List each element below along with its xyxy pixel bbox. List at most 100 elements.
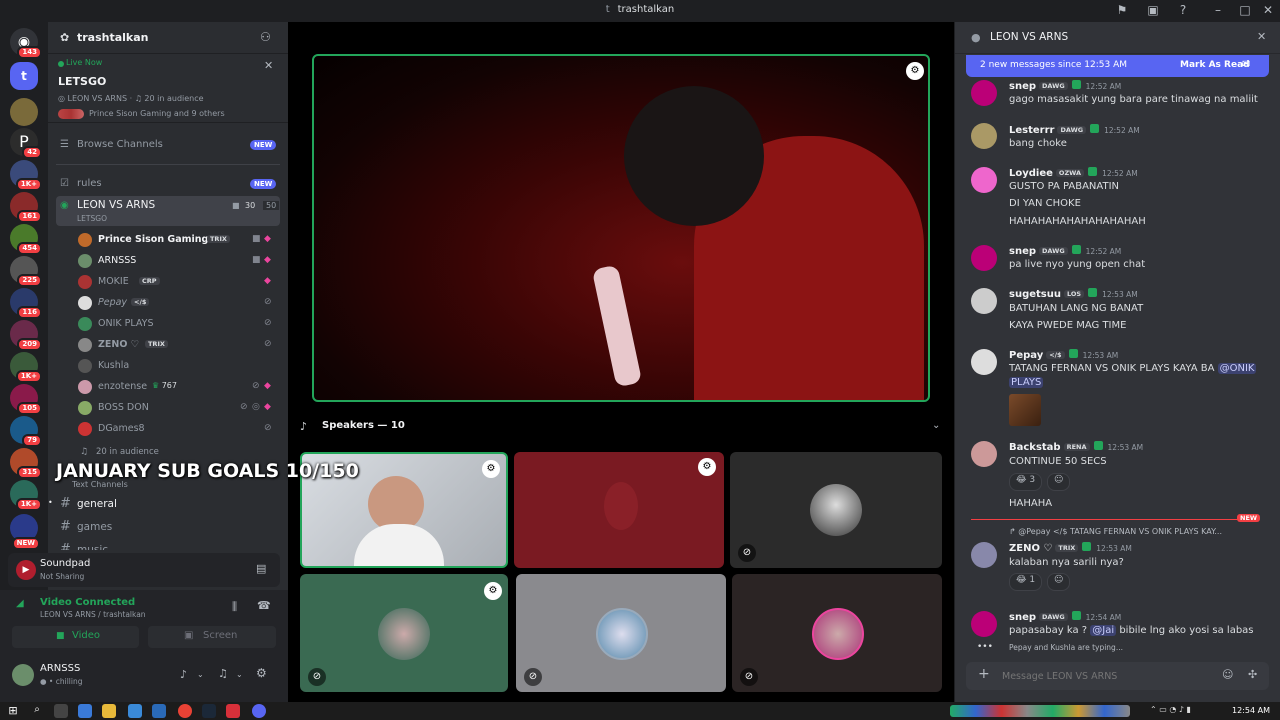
voice-member[interactable]: Pepay </$ ⊘ bbox=[56, 293, 280, 313]
server-icon[interactable]: P 42 bbox=[10, 128, 42, 159]
avatar[interactable] bbox=[971, 167, 997, 193]
message-author[interactable]: snep DAWG 12:52 AM bbox=[1009, 245, 1121, 257]
avatar[interactable] bbox=[971, 349, 997, 375]
speaker-tile[interactable]: ⚙ bbox=[514, 452, 724, 568]
maximize-icon[interactable]: □ bbox=[1237, 3, 1253, 19]
server-icon[interactable]: 105 bbox=[10, 384, 42, 415]
speaker-tile[interactable]: ⊘ bbox=[516, 574, 726, 692]
mention[interactable]: PLAYS bbox=[1009, 377, 1044, 388]
home-icon[interactable]: ◉ 143 bbox=[10, 28, 42, 59]
apps-icon[interactable]: ✣ bbox=[1248, 668, 1257, 681]
video-button[interactable]: ■ Video bbox=[12, 626, 139, 648]
gear-icon[interactable]: ⚙ bbox=[256, 666, 267, 680]
avatar[interactable] bbox=[971, 611, 997, 637]
speaker-tile[interactable]: ⚙ ⊘ bbox=[300, 574, 508, 692]
system-tray[interactable]: ⌃ ▭ ◔ ♪ ▮ bbox=[1150, 705, 1220, 717]
channel-games[interactable]: # games bbox=[56, 517, 280, 537]
avatar[interactable] bbox=[971, 123, 997, 149]
server-icon[interactable]: 1K+ bbox=[10, 480, 42, 511]
server-icon[interactable]: 225 bbox=[10, 256, 42, 287]
clock[interactable]: 12:54 AM bbox=[1232, 706, 1270, 715]
avatar[interactable] bbox=[971, 441, 997, 467]
server-icon[interactable]: 1K+ bbox=[10, 160, 42, 191]
server-icon-trashtalkan[interactable]: t bbox=[10, 62, 38, 90]
reaction[interactable]: 😂 1 bbox=[1009, 573, 1043, 591]
chevron-down-icon[interactable]: ⌄ bbox=[236, 670, 243, 679]
stream-options-icon[interactable]: ⚙ bbox=[482, 460, 500, 478]
reply-preview[interactable]: ↱ @Pepay </$ TATANG FERNAN VS ONIK PLAYS… bbox=[1009, 527, 1222, 536]
avatar[interactable] bbox=[971, 542, 997, 568]
server-icon[interactable]: 454 bbox=[10, 224, 42, 255]
voice-member[interactable]: DGames8 ⊘ bbox=[56, 419, 280, 439]
speaker-tile[interactable]: ⊘ bbox=[730, 452, 942, 568]
invite-icon[interactable]: ⚇ bbox=[260, 30, 271, 44]
connection-status[interactable]: Video Connected bbox=[40, 597, 135, 608]
close-window-icon[interactable]: ✕ bbox=[1260, 3, 1276, 19]
voice-member[interactable]: BOSS DON ⊘ ◎ ◆ bbox=[56, 398, 280, 418]
voice-member[interactable]: MOKIE CRP ◆ bbox=[56, 272, 280, 292]
avatar[interactable] bbox=[971, 80, 997, 106]
voice-member[interactable]: ONIK PLAYS ⊘ bbox=[56, 314, 280, 334]
steam-icon[interactable] bbox=[202, 704, 216, 718]
channel-general[interactable]: • # general bbox=[48, 494, 280, 514]
avatar[interactable] bbox=[971, 245, 997, 271]
app-icon[interactable] bbox=[152, 704, 166, 718]
close-icon[interactable]: ✕ bbox=[1257, 30, 1266, 43]
stream-options-icon[interactable]: ⚙ bbox=[484, 582, 502, 600]
add-reaction-icon[interactable]: ☺ bbox=[1047, 573, 1071, 591]
voice-member[interactable]: Prince Sison Gaming TRIX ■ ◆ bbox=[56, 230, 280, 250]
close-icon[interactable]: ✕ bbox=[264, 59, 273, 72]
app-icon[interactable] bbox=[128, 704, 142, 718]
app-icon[interactable] bbox=[226, 704, 240, 718]
tray-icons[interactable] bbox=[950, 705, 1130, 717]
screen-icon[interactable]: ▣ bbox=[1145, 3, 1161, 19]
avatar[interactable] bbox=[12, 664, 34, 686]
message-author[interactable]: ZENO ♡ TRIX 12:53 AM bbox=[1009, 542, 1132, 554]
screen-button[interactable]: ▣ Screen bbox=[148, 626, 276, 648]
disconnect-icon[interactable]: ☎ bbox=[257, 599, 271, 612]
message-author[interactable]: snep DAWG 12:54 AM bbox=[1009, 611, 1121, 623]
chevron-down-icon[interactable]: ⌄ bbox=[932, 420, 940, 431]
chrome-icon[interactable] bbox=[178, 704, 192, 718]
server-icon[interactable]: 209 bbox=[10, 320, 42, 351]
channel-rules[interactable]: ☑ rules NEW bbox=[56, 174, 280, 194]
message-author[interactable]: snep DAWG 12:52 AM bbox=[1009, 80, 1121, 92]
headphone-icon[interactable]: ♫ bbox=[218, 667, 228, 680]
message-input[interactable] bbox=[1002, 667, 1202, 685]
live-now-card[interactable]: Live Now LETSGO ◎ LEON VS ARNS · ♫ 20 in… bbox=[48, 55, 288, 123]
speaker-tile[interactable]: ⊘ bbox=[732, 574, 942, 692]
message-author[interactable]: Backstab RENA 12:53 AM bbox=[1009, 441, 1143, 453]
noise-suppression-icon[interactable]: ⫼ bbox=[232, 600, 237, 614]
add-reaction-icon[interactable]: ☺ bbox=[1047, 473, 1071, 491]
mention[interactable]: @Jai bbox=[1090, 625, 1117, 636]
image-attachment[interactable] bbox=[1009, 394, 1041, 426]
voice-member[interactable]: ZENO ♡ TRIX ⊘ bbox=[56, 335, 280, 355]
message-author[interactable]: sugetsuu LOS 12:53 AM bbox=[1009, 288, 1138, 300]
message-author[interactable]: Lesterrr DAWG 12:52 AM bbox=[1009, 124, 1140, 136]
message-author[interactable]: Loydiee OZWA 12:52 AM bbox=[1009, 167, 1138, 179]
server-icon[interactable]: 161 bbox=[10, 192, 42, 223]
discord-icon[interactable] bbox=[252, 704, 266, 718]
search-icon[interactable]: ⌕ bbox=[30, 704, 44, 718]
server-icon[interactable]: 315 bbox=[10, 448, 42, 479]
message-author[interactable]: Pepay </$ 12:53 AM bbox=[1009, 349, 1118, 361]
voice-member[interactable]: enzotense ♛ 767 ⊘ ◆ bbox=[56, 377, 280, 397]
stream-options-icon[interactable]: ⚙ bbox=[906, 62, 924, 80]
voice-channel-leon-vs-arns[interactable]: ◉ LEON VS ARNS LETSGO ■ 30 50 bbox=[56, 196, 280, 226]
share-screen-icon[interactable]: ▤ bbox=[256, 562, 266, 575]
minimize-icon[interactable]: – bbox=[1210, 3, 1226, 19]
browse-channels[interactable]: ☰ Browse Channels NEW bbox=[56, 135, 280, 155]
inbox-icon[interactable]: ⚑ bbox=[1114, 3, 1130, 19]
avatar[interactable] bbox=[971, 288, 997, 314]
app-icon[interactable] bbox=[78, 704, 92, 718]
reaction[interactable]: 😂 3 bbox=[1009, 473, 1043, 491]
chevron-down-icon[interactable]: ⌄ bbox=[197, 670, 204, 679]
mic-icon[interactable]: ♪ bbox=[180, 668, 187, 681]
server-icon[interactable]: 1K+ bbox=[10, 352, 42, 383]
voice-member[interactable]: Kushla bbox=[56, 356, 280, 376]
channel-music[interactable]: # music bbox=[56, 540, 280, 550]
server-icon[interactable]: 79 bbox=[10, 416, 42, 447]
server-icon[interactable]: NEW bbox=[10, 514, 40, 550]
username[interactable]: ARNSSS bbox=[40, 663, 80, 674]
task-view-icon[interactable] bbox=[54, 704, 68, 718]
